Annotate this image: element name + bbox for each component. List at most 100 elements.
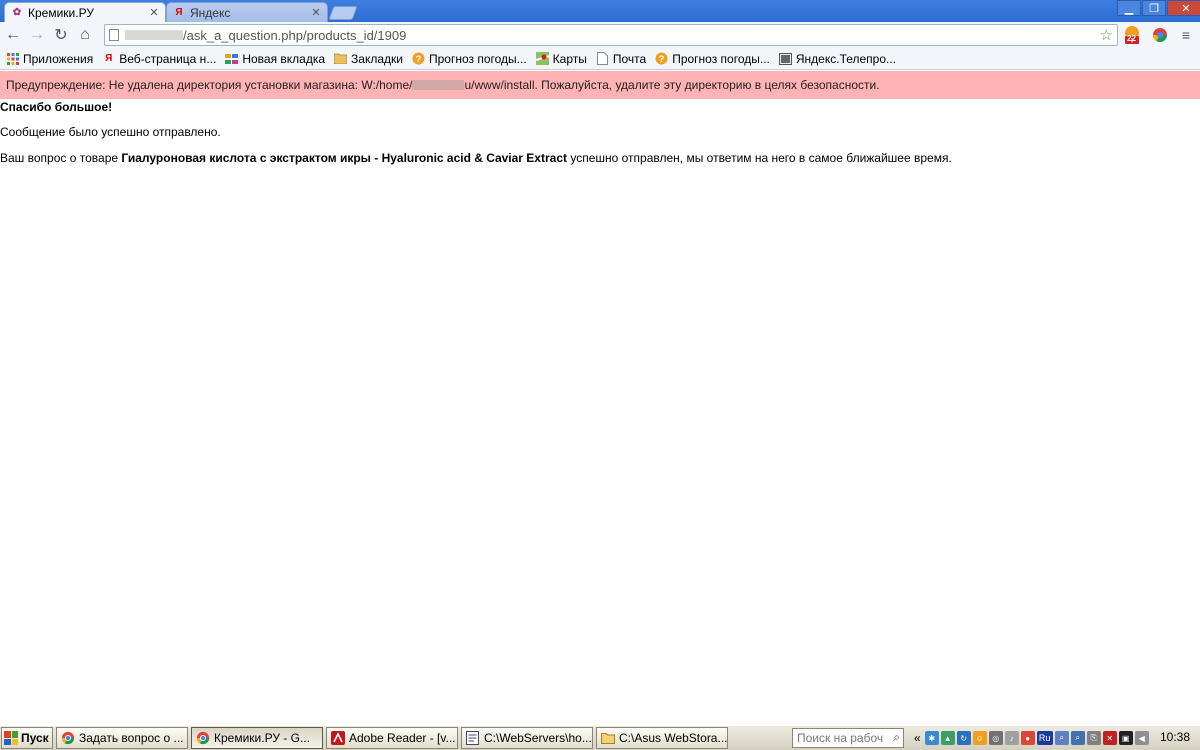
notification-bell-icon[interactable]: ♪ [1004, 731, 1019, 745]
new-tab-button[interactable] [328, 6, 358, 20]
bookmark-label: Закладки [351, 51, 403, 66]
page-icon [109, 29, 119, 41]
bookmark-label: Карты [552, 51, 587, 66]
browser-toolbar: ← → ↻ ⌂ /ask_a_question.php/products_id/… [0, 22, 1200, 48]
magnifier-icon[interactable]: ⌕ [1054, 731, 1069, 745]
bookmark-maps[interactable]: Карты [535, 51, 587, 66]
search-tray-icon[interactable]: ⌕ [1070, 731, 1085, 745]
start-button[interactable]: Пуск [1, 727, 53, 749]
weather-icon: ? [655, 52, 668, 65]
back-arrow-icon[interactable]: ← [2, 24, 24, 46]
task-label: C:\WebServers\ho... [484, 731, 592, 745]
extension-badge-count: 22 [1127, 34, 1136, 43]
task-label: Кремики.РУ - G... [214, 731, 310, 745]
bookmark-weather-1[interactable]: ? Прогноз погоды... [412, 52, 527, 66]
network-icon[interactable]: ✱ [924, 731, 939, 745]
notepad-icon [465, 731, 480, 746]
taskbar-item-webservers[interactable]: C:\WebServers\ho... [461, 727, 593, 749]
tab-close-icon[interactable]: ✕ [309, 6, 323, 19]
warning-text-start: Предупреждение: Не удалена директория ус… [6, 78, 413, 92]
home-icon[interactable]: ⌂ [74, 24, 96, 46]
volume-icon[interactable]: ◀ [1134, 731, 1149, 745]
question-suffix: успешно отправлен, мы ответим на него в … [567, 151, 952, 165]
svg-text:?: ? [416, 54, 422, 64]
messenger-icon[interactable]: ☺ [972, 731, 987, 745]
sync-icon[interactable]: ↻ [956, 731, 971, 745]
tiles-icon [225, 52, 239, 65]
apps-grid-icon [6, 52, 19, 65]
monitor-icon[interactable]: ▣ [1118, 731, 1133, 745]
bookmark-label: Прогноз погоды... [672, 51, 770, 66]
yandex-y-icon: Я [105, 53, 113, 64]
bookmark-star-icon[interactable]: ☆ [1100, 26, 1113, 44]
google-drive-icon[interactable]: ▲ [940, 731, 955, 745]
question-prefix: Ваш вопрос о товаре [0, 151, 122, 165]
restore-button[interactable]: ❐ [1142, 0, 1166, 16]
bookmark-label: Яндекс.Телепро... [795, 51, 897, 66]
weather-icon: ? [412, 52, 425, 65]
bookmarks-bar: Приложения Я Веб-страница н... Новая вкл… [0, 48, 1200, 70]
close-window-button[interactable]: ✕ [1167, 0, 1200, 16]
chrome-icon [60, 731, 75, 746]
yandex-favicon-icon: Я [175, 7, 183, 18]
bookmark-weather-2[interactable]: ? Прогноз погоды... [655, 52, 770, 66]
bookmark-tv[interactable]: Яндекс.Телепро... [778, 51, 897, 66]
menu-icon[interactable]: ≡ [1176, 25, 1196, 45]
thanks-heading: Спасибо большое! [0, 100, 113, 114]
bookmark-new-tab[interactable]: Новая вкладка [225, 52, 325, 66]
task-label: Задать вопрос о ... [79, 731, 184, 745]
chrome-icon [195, 731, 210, 746]
taskbar-item-asus-webstorage[interactable]: C:\Asus WebStora... [596, 727, 728, 749]
tray-expand-icon[interactable]: « [914, 731, 921, 745]
bookmark-label: Прогноз погоды... [428, 51, 527, 66]
svg-text:?: ? [659, 54, 665, 64]
bookmark-label: Новая вкладка [242, 51, 326, 66]
taskbar-item-kremiki[interactable]: Кремики.РУ - G... [191, 727, 323, 749]
taskbar-item-adobe-reader[interactable]: Adobe Reader - [v... [326, 727, 458, 749]
search-icon[interactable]: ⌕ [893, 730, 900, 745]
bookmark-label: Веб-страница н... [119, 51, 217, 66]
task-label: C:\Asus WebStora... [619, 731, 728, 745]
bookmark-label: Почта [612, 51, 647, 66]
bookmark-apps[interactable]: Приложения [6, 52, 93, 66]
adobe-reader-icon [330, 731, 345, 746]
message-sent-text: Сообщение было успешно отправлено. [0, 125, 221, 139]
tab-kremiki[interactable]: ✿ Кремики.РУ ✕ [4, 2, 166, 22]
url-redacted-region [125, 30, 183, 40]
antivirus-icon[interactable]: ✕ [1102, 731, 1117, 745]
warning-text-end: u/www/install. Пожалуйста, удалите эту д… [464, 78, 880, 92]
chrome-tray-icon[interactable]: ● [1020, 731, 1035, 745]
bookmark-webpage[interactable]: Я Веб-страница н... [102, 52, 216, 66]
desktop-search-input[interactable]: Поиск на рабоч ⌕ [792, 728, 904, 748]
tv-icon [778, 52, 792, 65]
reload-icon[interactable]: ↻ [50, 24, 72, 46]
page-content: Спасибо большое! Сообщение было успешно … [0, 100, 1200, 165]
minimize-button[interactable]: ▁ [1117, 0, 1141, 16]
windows-flag-icon [4, 731, 18, 745]
usb-icon[interactable]: ⎘ [1086, 731, 1101, 745]
clock: 10:38 [1159, 730, 1190, 744]
chrome-extension-icon[interactable] [1150, 25, 1170, 45]
bookmark-mail[interactable]: Почта [596, 52, 646, 66]
kremiki-favicon-icon: ✿ [12, 7, 22, 18]
forward-arrow-icon[interactable]: → [26, 24, 48, 46]
tab-strip: ✿ Кремики.РУ ✕ Я Яндекс ✕ ▁ ❐ ✕ [0, 0, 1200, 22]
tab-title: Кремики.РУ [28, 5, 94, 20]
extension-badge-icon[interactable]: + 22 [1122, 25, 1142, 45]
taskbar-item-ask-question[interactable]: Задать вопрос о ... [56, 727, 188, 749]
address-bar[interactable]: /ask_a_question.php/products_id/1909 ☆ [104, 24, 1118, 46]
tab-close-icon[interactable]: ✕ [147, 6, 161, 19]
disk-icon[interactable]: ◎ [988, 731, 1003, 745]
url-text: /ask_a_question.php/products_id/1909 [183, 27, 407, 43]
question-confirmation: Ваш вопрос о товаре Гиалуроновая кислота… [0, 151, 1200, 165]
warning-redacted-region [412, 80, 465, 90]
folder-icon [334, 52, 348, 65]
system-tray: « ✱ ▲ ↻ ☺ ◎ ♪ ● Ru ⌕ ⌕ ⎘ ✕ ▣ ◀ [914, 727, 1200, 749]
maps-icon [535, 52, 549, 65]
product-name: Гиалуроновая кислота с экстрактом икры -… [121, 151, 567, 165]
bookmark-label: Приложения [23, 51, 94, 66]
search-placeholder: Поиск на рабоч [797, 731, 884, 745]
language-indicator[interactable]: Ru [1036, 731, 1053, 745]
bookmark-folder[interactable]: Закладки [334, 52, 403, 66]
tab-yandex[interactable]: Я Яндекс ✕ [166, 2, 328, 22]
